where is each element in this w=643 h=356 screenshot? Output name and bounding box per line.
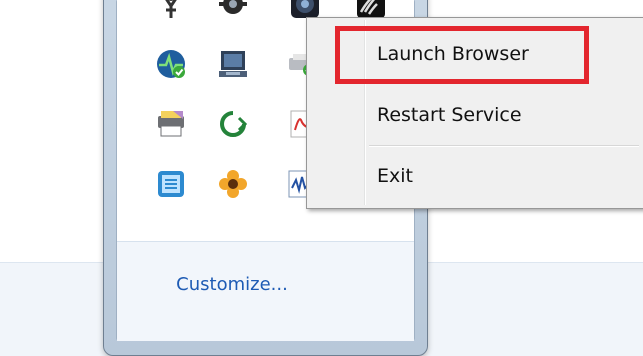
network-antenna-icon[interactable] bbox=[155, 0, 187, 20]
menu-separator bbox=[369, 145, 639, 147]
heartbeat-monitor-icon[interactable] bbox=[155, 48, 187, 80]
menu-item-exit[interactable]: Exit bbox=[377, 165, 413, 187]
laptop-screen-icon[interactable] bbox=[217, 48, 249, 80]
calculator-app-icon[interactable] bbox=[155, 168, 187, 200]
customize-link[interactable]: Customize... bbox=[117, 274, 347, 295]
customize-section: Customize... bbox=[117, 241, 414, 341]
red-highlight-box bbox=[335, 26, 589, 84]
refresh-arrow-icon[interactable] bbox=[217, 108, 249, 140]
flower-icon[interactable] bbox=[217, 168, 249, 200]
menu-item-restart-service[interactable]: Restart Service bbox=[377, 104, 522, 126]
gear-cog-icon[interactable] bbox=[217, 0, 249, 20]
printer-folder-icon[interactable] bbox=[155, 108, 187, 140]
